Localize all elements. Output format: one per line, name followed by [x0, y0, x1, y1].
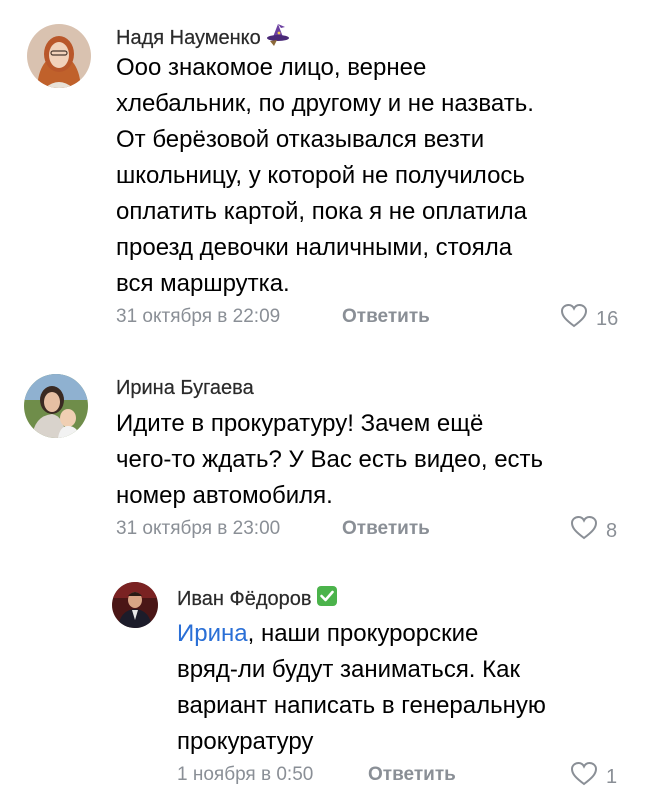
- reply-button[interactable]: Ответить: [368, 764, 456, 786]
- like-button[interactable]: 16: [560, 303, 618, 335]
- comment-nadya: Надя Науменко Ооо знакомое лицо, вернее …: [0, 0, 648, 350]
- comment-irina: Ирина Бугаева Идите в прокуратуру! Зачем…: [0, 350, 648, 550]
- comment-text: Ооо знакомое лицо, вернее хлебальник, по…: [116, 54, 534, 297]
- comment-ivan-reply: Иван Фёдоров Ирина, наши прокурорские вр…: [0, 570, 648, 800]
- comment-date: 1 ноября в 0:50: [177, 764, 314, 785]
- reply-button[interactable]: Ответить: [342, 518, 430, 540]
- like-button[interactable]: 8: [570, 515, 617, 547]
- check-mark-icon: [316, 585, 338, 613]
- comment-author[interactable]: Иван Фёдоров: [177, 585, 338, 613]
- comment-text: Идите в прокуратуру! Зачем ещё чего-то ж…: [116, 410, 544, 509]
- like-button[interactable]: 1: [570, 761, 617, 793]
- heart-icon: [570, 761, 598, 793]
- heart-icon: [560, 303, 588, 335]
- comment-author[interactable]: Ирина Бугаева: [116, 377, 254, 400]
- avatar[interactable]: [27, 24, 91, 88]
- avatar[interactable]: [24, 374, 88, 438]
- comment-date: 31 октября в 22:09: [116, 306, 281, 327]
- mention-link[interactable]: Ирина: [177, 620, 248, 647]
- heart-icon: [570, 515, 598, 547]
- comment-text: Ирина, наши прокурорские вряд-ли будут з…: [177, 620, 546, 755]
- avatar[interactable]: [112, 582, 158, 628]
- like-count: 1: [606, 765, 618, 788]
- comment-date: 31 октября в 23:00: [116, 518, 281, 539]
- like-count: 8: [606, 519, 618, 542]
- reply-button[interactable]: Ответить: [342, 306, 430, 328]
- like-count: 16: [596, 307, 619, 330]
